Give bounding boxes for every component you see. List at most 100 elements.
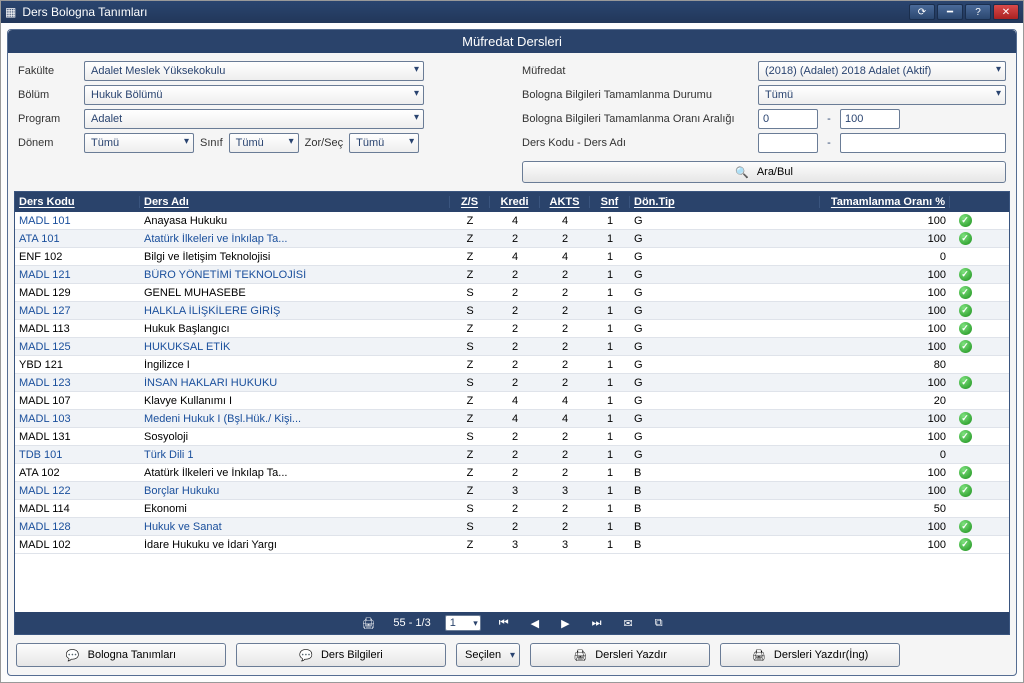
table-row[interactable]: MADL 127HALKLA İLİŞKİLERE GİRİŞS221G100✓	[15, 302, 1009, 320]
app-icon: ▦	[5, 5, 16, 19]
cell-code[interactable]: ATA 101	[15, 233, 140, 245]
pager-page-select[interactable]: 1	[445, 615, 481, 631]
fakulte-select[interactable]: Adalet Meslek Yüksekokulu	[84, 61, 424, 81]
cell-dontip: B	[630, 539, 820, 551]
table-row[interactable]: MADL 114EkonomiS221B50	[15, 500, 1009, 518]
cell-kredi: 2	[490, 431, 540, 443]
durum-select[interactable]: Tümü	[758, 85, 1006, 105]
mail-icon[interactable]: ✉	[619, 617, 636, 630]
table-row[interactable]: ENF 102Bilgi ve İletişim TeknolojisiZ441…	[15, 248, 1009, 266]
close-button[interactable]: ✕	[993, 4, 1019, 20]
copy-icon[interactable]: ⧉	[651, 617, 667, 630]
table-row[interactable]: TDB 101Türk Dili 1Z221G0	[15, 446, 1009, 464]
col-zs[interactable]: Z/S	[450, 196, 490, 208]
cell-code[interactable]: MADL 123	[15, 377, 140, 389]
cell-code[interactable]: MADL 101	[15, 215, 140, 227]
cell-oran: 100	[820, 539, 950, 551]
oran-to-input[interactable]: 100	[840, 109, 900, 129]
pager-next[interactable]: ▶	[557, 617, 573, 630]
cell-name[interactable]: Hukuk ve Sanat	[140, 521, 450, 533]
cell-name[interactable]: BÜRO YÖNETİMİ TEKNOLOJİSİ	[140, 269, 450, 281]
table-row[interactable]: ATA 102Atatürk İlkeleri ve İnkılap Ta...…	[15, 464, 1009, 482]
cell-snf: 1	[590, 377, 630, 389]
ders-kodu-input[interactable]	[758, 133, 818, 153]
cell-code[interactable]: MADL 125	[15, 341, 140, 353]
grid-body[interactable]: MADL 101Anayasa HukukuZ441G100✓ATA 101At…	[15, 212, 1009, 612]
cell-name[interactable]: Borçlar Hukuku	[140, 485, 450, 497]
program-select[interactable]: Adalet	[84, 109, 424, 129]
cell-code[interactable]: MADL 121	[15, 269, 140, 281]
ders-adi-input[interactable]	[840, 133, 1006, 153]
cell-akts: 2	[540, 449, 590, 461]
table-row[interactable]: MADL 113Hukuk BaşlangıcıZ221G100✓	[15, 320, 1009, 338]
cell-zs: S	[450, 503, 490, 515]
cell-akts: 2	[540, 503, 590, 515]
cell-code[interactable]: MADL 128	[15, 521, 140, 533]
cell-code[interactable]: MADL 127	[15, 305, 140, 317]
cell-name[interactable]: İNSAN HAKLARI HUKUKU	[140, 377, 450, 389]
search-button[interactable]: 🔍 Ara/Bul	[522, 161, 1006, 183]
zorsec-select[interactable]: Tümü	[349, 133, 419, 153]
cell-oran: 20	[820, 395, 950, 407]
col-kredi[interactable]: Kredi	[490, 196, 540, 208]
pager-prev[interactable]: ◀	[527, 617, 543, 630]
refresh-button[interactable]: ⟳	[909, 4, 935, 20]
cell-name[interactable]: HUKUKSAL ETİK	[140, 341, 450, 353]
check-icon: ✓	[959, 232, 972, 245]
ders-bilgileri-button[interactable]: 💬 Ders Bilgileri	[236, 643, 446, 667]
table-row[interactable]: MADL 102İdare Hukuku ve İdari YargıZ331B…	[15, 536, 1009, 554]
mufredat-select[interactable]: (2018) (Adalet) 2018 Adalet (Aktif)	[758, 61, 1006, 81]
dersleri-yazdir-button[interactable]: 🖨 Dersleri Yazdır	[530, 643, 710, 667]
table-row[interactable]: MADL 125HUKUKSAL ETİKS221G100✓	[15, 338, 1009, 356]
col-snf[interactable]: Snf	[590, 196, 630, 208]
oran-from-input[interactable]: 0	[758, 109, 818, 129]
cell-name[interactable]: Türk Dili 1	[140, 449, 450, 461]
col-ders-adi[interactable]: Ders Adı	[140, 196, 450, 208]
cell-code[interactable]: MADL 103	[15, 413, 140, 425]
secilen-select[interactable]: Seçilen	[456, 643, 520, 667]
table-row[interactable]: ATA 101Atatürk İlkeleri ve İnkılap Ta...…	[15, 230, 1009, 248]
cell-zs: S	[450, 341, 490, 353]
table-row[interactable]: MADL 129GENEL MUHASEBES221G100✓	[15, 284, 1009, 302]
table-row[interactable]: MADL 123İNSAN HAKLARI HUKUKUS221G100✓	[15, 374, 1009, 392]
pager-last[interactable]: ⏭	[588, 617, 606, 630]
cell-zs: Z	[450, 395, 490, 407]
col-ders-kodu[interactable]: Ders Kodu	[15, 196, 140, 208]
cell-dontip: B	[630, 503, 820, 515]
cell-zs: Z	[450, 485, 490, 497]
print-icon[interactable]: 🖨	[357, 617, 379, 630]
col-dontip[interactable]: Dön.Tip	[630, 196, 820, 208]
table-row[interactable]: MADL 101Anayasa HukukuZ441G100✓	[15, 212, 1009, 230]
help-button[interactable]: ?	[965, 4, 991, 20]
window-title: Ders Bologna Tanımları	[22, 5, 147, 19]
table-row[interactable]: MADL 128Hukuk ve SanatS221B100✓	[15, 518, 1009, 536]
cell-zs: Z	[450, 233, 490, 245]
col-oran[interactable]: Tamamlanma Oranı %	[820, 196, 950, 208]
table-row[interactable]: MADL 121BÜRO YÖNETİMİ TEKNOLOJİSİZ221G10…	[15, 266, 1009, 284]
sinif-select[interactable]: Tümü	[229, 133, 299, 153]
table-row[interactable]: MADL 131SosyolojiS221G100✓	[15, 428, 1009, 446]
bolum-select[interactable]: Hukuk Bölümü	[84, 85, 424, 105]
col-akts[interactable]: AKTS	[540, 196, 590, 208]
table-row[interactable]: YBD 121İngilizce IZ221G80	[15, 356, 1009, 374]
table-row[interactable]: MADL 103Medeni Hukuk I (Bşl.Hük./ Kişi..…	[15, 410, 1009, 428]
grid-header: Ders Kodu Ders Adı Z/S Kredi AKTS Snf Dö…	[15, 192, 1009, 212]
cell-zs: Z	[450, 323, 490, 335]
cell-name[interactable]: HALKLA İLİŞKİLERE GİRİŞ	[140, 305, 450, 317]
minimize-button[interactable]: ━	[937, 4, 963, 20]
cell-name: Klavye Kullanımı I	[140, 395, 450, 407]
table-row[interactable]: MADL 122Borçlar HukukuZ331B100✓	[15, 482, 1009, 500]
cell-code[interactable]: TDB 101	[15, 449, 140, 461]
table-row[interactable]: MADL 107Klavye Kullanımı IZ441G20	[15, 392, 1009, 410]
bologna-tanimlari-button[interactable]: 💬 Bologna Tanımları	[16, 643, 226, 667]
cell-snf: 1	[590, 395, 630, 407]
dersleri-yazdir-ing-button[interactable]: 🖨 Dersleri Yazdır(İng)	[720, 643, 900, 667]
donem-select[interactable]: Tümü	[84, 133, 194, 153]
cell-name[interactable]: Atatürk İlkeleri ve İnkılap Ta...	[140, 233, 450, 245]
cell-dontip: G	[630, 395, 820, 407]
cell-code[interactable]: MADL 122	[15, 485, 140, 497]
pager-first[interactable]: ⏮	[495, 617, 513, 630]
cell-code: MADL 107	[15, 395, 140, 407]
cell-akts: 2	[540, 521, 590, 533]
cell-name[interactable]: Medeni Hukuk I (Bşl.Hük./ Kişi...	[140, 413, 450, 425]
